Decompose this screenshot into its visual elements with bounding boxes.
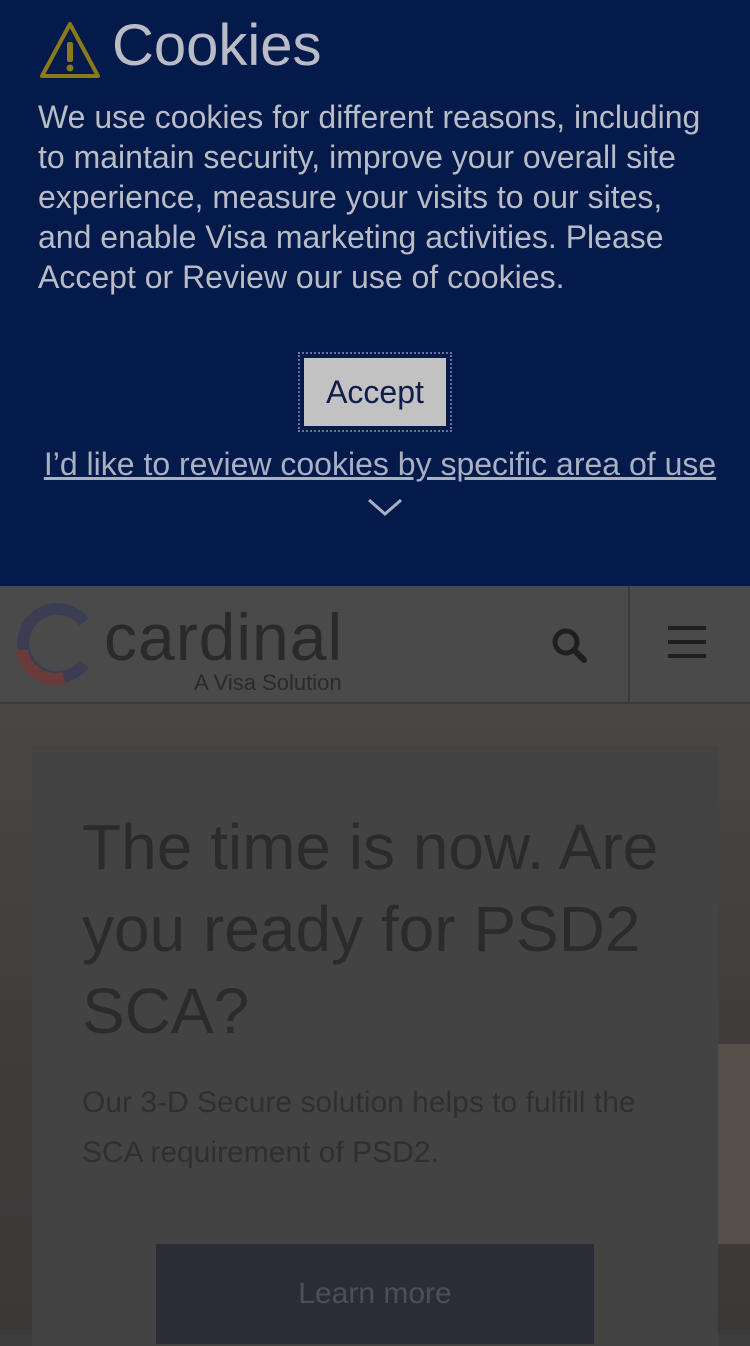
logo-tagline: A Visa Solution	[194, 670, 342, 695]
review-cookies-label: I’d like to review cookies by specific a…	[43, 446, 717, 482]
cookie-title: Cookies	[112, 13, 322, 78]
cookie-banner: Cookies We use cookies for different rea…	[0, 0, 750, 586]
cardinal-logo[interactable]: cardinal A Visa Solution	[14, 600, 344, 695]
header-divider	[628, 586, 630, 702]
search-icon[interactable]	[540, 616, 598, 674]
learn-more-button[interactable]: Learn more	[156, 1244, 594, 1344]
hero-title: The time is now. Are you ready for PSD2 …	[82, 811, 659, 1047]
accept-focus-ring: Accept	[298, 352, 452, 432]
hamburger-menu-icon[interactable]	[652, 616, 722, 672]
cookie-message: We use cookies for different reasons, in…	[38, 99, 701, 295]
chevron-down-icon	[368, 498, 402, 516]
hero-card: The time is now. Are you ready for PSD2 …	[32, 746, 718, 1346]
warning-icon	[40, 22, 100, 78]
cardinal-c-icon	[16, 603, 89, 686]
site-header: cardinal A Visa Solution	[0, 586, 750, 704]
cookie-title-row: Cookies	[38, 10, 322, 82]
review-cookies-link[interactable]: I’d like to review cookies by specific a…	[40, 444, 720, 524]
logo-wordmark: cardinal	[104, 600, 344, 674]
hero-background-image	[718, 1044, 750, 1244]
accept-cookies-button[interactable]: Accept	[304, 358, 446, 426]
hero-section: The time is now. Are you ready for PSD2 …	[0, 704, 750, 1346]
hero-subtitle: Our 3-D Secure solution helps to fulfill…	[82, 1086, 636, 1169]
